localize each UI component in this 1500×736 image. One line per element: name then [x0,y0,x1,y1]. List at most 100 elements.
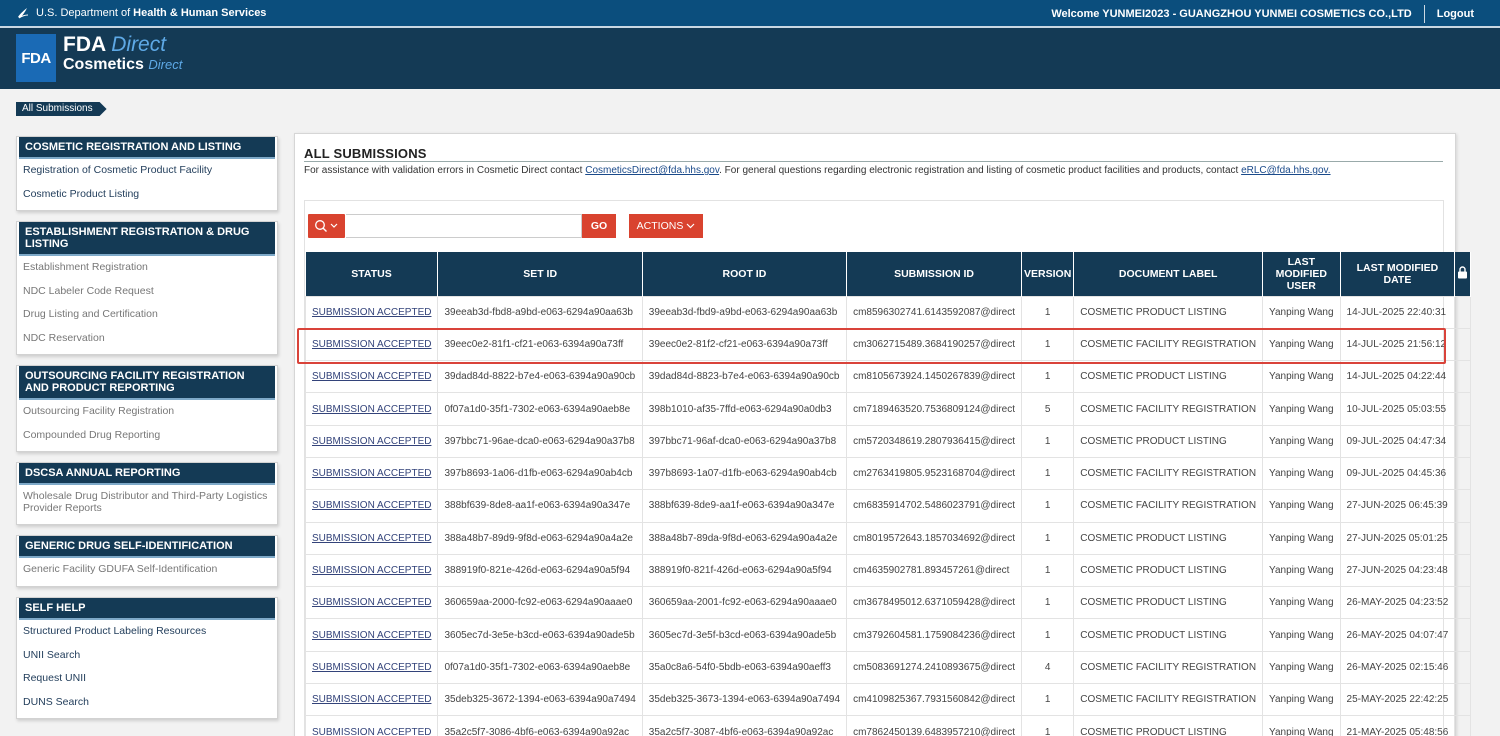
table-row[interactable]: SUBMISSION ACCEPTED 360659aa-2000-fc92-e0… [304,586,1472,620]
table-row[interactable]: SUBMISSION ACCEPTED 397b8693-1a06-d1fb-e0… [304,456,1472,491]
set-id-cell: 360659aa-2000-fc92-e063-6294a90aaae0 [437,586,643,620]
version-cell: 1 [1021,521,1075,555]
status-link[interactable]: SUBMISSION ACCEPTED [312,500,431,511]
modified-user-cell: Yanping Wang [1262,683,1341,717]
status-link[interactable]: SUBMISSION ACCEPTED [312,533,431,544]
status-link[interactable]: SUBMISSION ACCEPTED [312,404,431,415]
welcome-text: Welcome YUNMEI2023 - GUANGZHOU YUNMEI CO… [1051,5,1425,23]
modified-user-cell: Yanping Wang [1262,327,1341,362]
sidebar-link[interactable]: Generic Facility GDUFA Self-Identificati… [17,558,277,582]
document-label-cell: COSMETIC PRODUCT LISTING [1073,295,1264,329]
table-row[interactable]: SUBMISSION ACCEPTED 388bf639-8de8-aa1f-e0… [304,489,1472,523]
search-input[interactable] [346,214,582,238]
status-cell: SUBMISSION ACCEPTED [304,489,439,523]
status-link[interactable]: SUBMISSION ACCEPTED [312,662,431,673]
status-link[interactable]: SUBMISSION ACCEPTED [312,565,431,576]
lock-cell [1454,521,1472,555]
sidebar: COSMETIC REGISTRATION AND LISTING Registr… [16,136,278,729]
go-button[interactable]: GO [582,214,616,238]
page-title: ALL SUBMISSIONS [304,146,427,161]
sidebar-link[interactable]: Structured Product Labeling Resources [17,620,277,644]
column-header[interactable]: SUBMISSION ID [846,252,1023,296]
document-label-cell: COSMETIC FACILITY REGISTRATION [1073,683,1264,717]
column-header[interactable]: VERSION [1021,252,1075,296]
table-row[interactable]: SUBMISSION ACCEPTED 39dad84d-8822-b7e4-e0… [304,360,1472,394]
modified-user-cell: Yanping Wang [1262,489,1341,523]
chevron-down-icon [686,223,695,229]
status-link[interactable]: SUBMISSION ACCEPTED [312,597,431,608]
document-label-cell: COSMETIC PRODUCT LISTING [1073,618,1264,652]
logout-link[interactable]: Logout [1425,8,1500,20]
version-cell: 1 [1021,456,1075,491]
table-row[interactable]: SUBMISSION ACCEPTED 39eeab3d-fbd8-a9bd-e0… [304,295,1472,329]
version-cell: 4 [1021,650,1075,685]
table-row[interactable]: SUBMISSION ACCEPTED 0f07a1d0-35f1-7302-e0… [304,650,1472,685]
sidebar-link[interactable]: Outsourcing Facility Registration [17,400,277,424]
fda-direct-logo[interactable]: FDA FDA Direct Cosmetics Direct [16,34,182,82]
table-row[interactable]: SUBMISSION ACCEPTED 3605ec7d-3e5e-b3cd-e0… [304,618,1472,652]
table-row[interactable]: SUBMISSION ACCEPTED 388919f0-821e-426d-e0… [304,553,1472,588]
status-link[interactable]: SUBMISSION ACCEPTED [312,468,431,479]
table-row[interactable]: SUBMISSION ACCEPTED 35deb325-3672-1394-e0… [304,683,1472,717]
column-header[interactable]: SET ID [437,252,643,296]
status-link[interactable]: SUBMISSION ACCEPTED [312,694,431,705]
document-label-cell: COSMETIC PRODUCT LISTING [1073,553,1264,588]
table-row[interactable]: SUBMISSION ACCEPTED 35a2c5f7-3086-4bf6-e0… [304,715,1472,736]
sidebar-link[interactable]: Drug Listing and Certification [17,303,277,327]
column-header[interactable]: LAST MODIFIED DATE [1340,252,1456,296]
document-label-cell: COSMETIC PRODUCT LISTING [1073,521,1264,555]
status-cell: SUBMISSION ACCEPTED [304,683,439,717]
sidebar-link[interactable]: NDC Reservation [17,327,277,351]
sidebar-link[interactable]: Wholesale Drug Distributor and Third-Par… [17,485,277,520]
breadcrumb[interactable]: All Submissions [16,102,107,116]
hhs-eagle-icon [18,8,29,19]
set-id-cell: 35deb325-3672-1394-e063-6394a90a7494 [437,683,643,717]
status-link[interactable]: SUBMISSION ACCEPTED [312,339,431,350]
column-header[interactable]: STATUS [305,252,439,296]
sidebar-link[interactable]: DUNS Search [17,691,277,715]
status-link[interactable]: SUBMISSION ACCEPTED [312,371,431,382]
status-link[interactable]: SUBMISSION ACCEPTED [312,436,431,447]
version-cell: 1 [1021,295,1075,329]
modified-user-cell: Yanping Wang [1262,586,1341,620]
modified-user-cell: Yanping Wang [1262,715,1341,736]
sidebar-section-title: OUTSOURCING FACILITY REGISTRATION AND PR… [19,366,275,401]
column-header[interactable]: DOCUMENT LABEL [1073,252,1264,296]
hhs-brand[interactable]: U.S. Department of Health & Human Servic… [16,6,266,20]
sidebar-link[interactable]: Compounded Drug Reporting [17,424,277,448]
sidebar-link[interactable]: Cosmetic Product Listing [17,183,277,207]
document-label-cell: COSMETIC PRODUCT LISTING [1073,586,1264,620]
sidebar-link[interactable]: Establishment Registration [17,256,277,280]
table-row[interactable]: SUBMISSION ACCEPTED 0f07a1d0-35f1-7302-e0… [304,392,1472,426]
status-link[interactable]: SUBMISSION ACCEPTED [312,727,431,736]
modified-date-cell: 14-JUL-2025 21:56:12 [1339,327,1456,362]
set-id-cell: 0f07a1d0-35f1-7302-e063-6394a90aeb8e [437,392,643,426]
sidebar-link[interactable]: NDC Labeler Code Request [17,280,277,304]
erlc-email-link[interactable]: eRLC@fda.hhs.gov. [1241,165,1330,176]
sidebar-section-title: COSMETIC REGISTRATION AND LISTING [19,137,275,159]
table-row[interactable]: SUBMISSION ACCEPTED 397bbc71-96ae-dca0-e0… [304,424,1472,458]
status-link[interactable]: SUBMISSION ACCEPTED [312,307,431,318]
actions-button[interactable]: ACTIONS [629,214,703,238]
search-filter-button[interactable] [308,214,345,238]
sidebar-link[interactable]: Registration of Cosmetic Product Facilit… [17,159,277,183]
status-link[interactable]: SUBMISSION ACCEPTED [312,630,431,641]
modified-date-cell: 21-MAY-2025 05:48:56 [1339,715,1456,736]
status-cell: SUBMISSION ACCEPTED [304,392,439,426]
column-header[interactable]: LAST MODIFIED USER [1262,252,1341,296]
sidebar-section: DSCSA ANNUAL REPORTING Wholesale Drug Dis… [16,462,278,526]
table-row[interactable]: SUBMISSION ACCEPTED 388a48b7-89d9-9f8d-e0… [304,521,1472,555]
table-row[interactable]: SUBMISSION ACCEPTED 39eec0e2-81f1-cf21-e0… [304,327,1472,362]
lock-cell [1454,295,1472,329]
lock-column-header [1454,252,1472,296]
set-id-cell: 39eec0e2-81f1-cf21-e063-6394a90a73ff [437,327,643,362]
version-cell: 1 [1021,586,1075,620]
modified-user-cell: Yanping Wang [1262,424,1341,458]
sidebar-link[interactable]: UNII Search [17,644,277,668]
column-header[interactable]: ROOT ID [642,252,848,296]
status-cell: SUBMISSION ACCEPTED [304,327,439,362]
sidebar-link[interactable]: Request UNII [17,667,277,691]
submissions-table: STATUS SET ID ROOT ID SUBMISSION ID VERSION D… [304,252,1472,736]
modified-date-cell: 26-MAY-2025 02:15:46 [1339,650,1456,685]
cosmetics-direct-email-link[interactable]: CosmeticsDirect@fda.hhs.gov [585,165,719,176]
